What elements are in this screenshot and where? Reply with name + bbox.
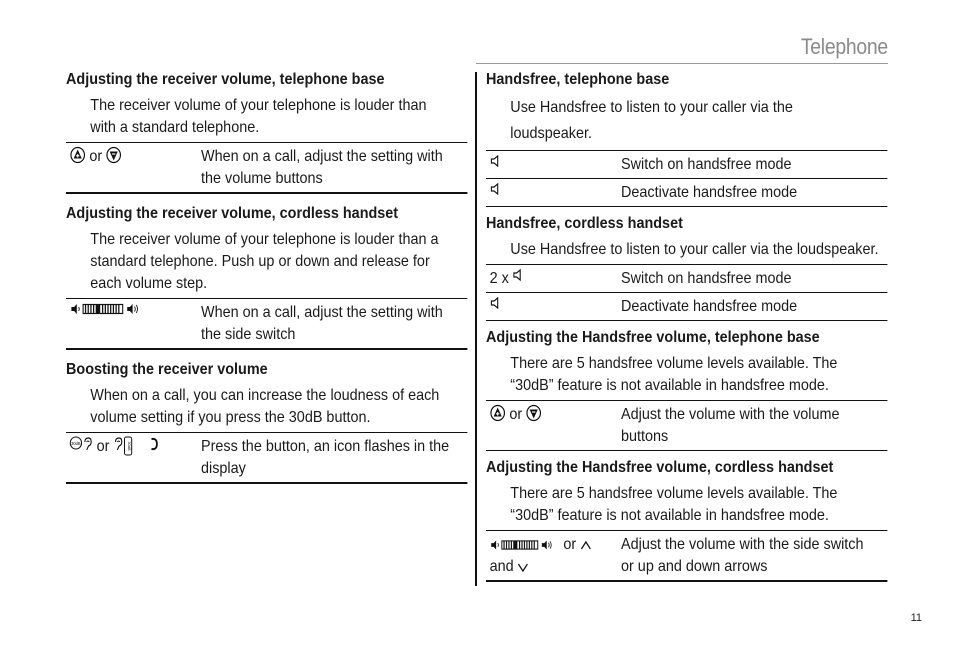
30db-side-button-icon: 30dB	[124, 436, 133, 456]
instruction-table: When on a call, adjust the setting with …	[66, 298, 468, 350]
column-divider	[475, 72, 477, 586]
ear-icon	[84, 437, 92, 451]
svg-text:30dB: 30dB	[127, 441, 131, 451]
volume-down-button-icon	[106, 146, 122, 164]
table-row: Deactivate handsfree mode	[486, 293, 888, 321]
instruction-table: Switch on handsfree mode Deactivate hand…	[486, 150, 888, 207]
row-description: Adjust the volume with the side switch o…	[621, 536, 864, 575]
table-row: 2 x Switch on handsfree mode	[486, 265, 888, 293]
page-number: 11	[910, 612, 922, 624]
speaker-icon	[490, 296, 499, 310]
handset-receiver-icon	[151, 437, 159, 451]
instruction-table: 2 x Switch on handsfree mode Deactivate …	[486, 264, 888, 321]
side-switch-volume-icon	[491, 540, 552, 550]
row-description: Switch on handsfree mode	[621, 156, 792, 173]
table-row: or When on a call, adjust the setting wi…	[66, 143, 468, 194]
instruction-table: or Adjust the volume with the volume but…	[486, 400, 888, 451]
row-key	[486, 296, 621, 318]
header-rule	[476, 63, 888, 64]
svg-text:30dB: 30dB	[71, 441, 81, 446]
row-key	[66, 302, 201, 346]
section-heading: Handsfree, telephone base	[486, 71, 670, 88]
speaker-icon	[490, 182, 499, 196]
left-column: Adjusting the receiver volume, telephone…	[66, 68, 468, 484]
instruction-table: or When on a call, adjust the setting wi…	[66, 142, 468, 194]
row-key	[486, 182, 621, 204]
row-description: When on a call, adjust the setting with …	[201, 148, 443, 187]
row-description: Switch on handsfree mode	[621, 270, 792, 287]
row-description: Adjust the volume with the volume button…	[621, 406, 840, 445]
side-switch-volume-icon	[71, 303, 138, 315]
row-key: or	[486, 404, 621, 448]
section-intro: There are 5 handsfree volume levels avai…	[510, 485, 838, 524]
section-intro: Use Handsfree to listen to your caller v…	[510, 241, 879, 258]
speaker-icon	[490, 154, 499, 168]
table-row: 30dB or 30dB Press the button, an icon f…	[66, 433, 468, 484]
section-intro: There are 5 handsfree volume levels avai…	[510, 355, 838, 394]
arrow-down-icon	[517, 563, 528, 573]
table-row: When on a call, adjust the setting with …	[66, 299, 468, 350]
section-intro: The receiver volume of your telephone is…	[90, 231, 439, 292]
section-heading: Adjusting the Handsfree volume, telephon…	[486, 329, 820, 346]
section-heading: Adjusting the Handsfree volume, cordless…	[486, 459, 834, 476]
volume-up-button-icon	[70, 146, 86, 164]
table-row: or Adjust the volume with the volume but…	[486, 401, 888, 451]
row-description: Deactivate handsfree mode	[621, 298, 798, 315]
section-heading: Adjusting the receiver volume, telephone…	[66, 71, 385, 88]
row-key: or	[66, 146, 201, 190]
section-heading: Adjusting the receiver volume, cordless …	[66, 205, 399, 222]
instruction-table: 30dB or 30dB Press the button, an icon f…	[66, 432, 468, 484]
row-key: 30dB or 30dB	[66, 436, 201, 480]
volume-down-button-icon	[526, 404, 542, 422]
ear-icon	[115, 437, 123, 451]
right-column: Handsfree, telephone base Use Handsfree …	[486, 68, 888, 582]
section-intro: The receiver volume of your telephone is…	[90, 97, 427, 136]
section-heading: Boosting the receiver volume	[66, 361, 268, 378]
speaker-icon	[513, 268, 522, 282]
page-header-title: Telephone	[801, 34, 888, 59]
section-intro: When on a call, you can increase the lou…	[90, 387, 440, 426]
row-description: Press the button, an icon flashes in the…	[201, 438, 450, 477]
row-key: or and	[486, 534, 621, 578]
volume-up-button-icon	[490, 404, 506, 422]
table-row: or and Adjust the volume with the side s…	[486, 531, 888, 582]
arrow-up-icon	[581, 540, 592, 550]
table-row: Switch on handsfree mode	[486, 151, 888, 179]
section-heading: Handsfree, cordless handset	[486, 215, 683, 232]
row-key	[486, 154, 621, 176]
row-description: Deactivate handsfree mode	[621, 184, 798, 201]
instruction-table: or and Adjust the volume with the side s…	[486, 530, 888, 582]
section-intro: Use Handsfree to listen to your caller v…	[510, 99, 793, 142]
30db-button-icon: 30dB	[69, 436, 83, 450]
row-description: When on a call, adjust the setting with …	[201, 304, 443, 343]
row-key: 2 x	[486, 268, 621, 290]
table-row: Deactivate handsfree mode	[486, 179, 888, 207]
